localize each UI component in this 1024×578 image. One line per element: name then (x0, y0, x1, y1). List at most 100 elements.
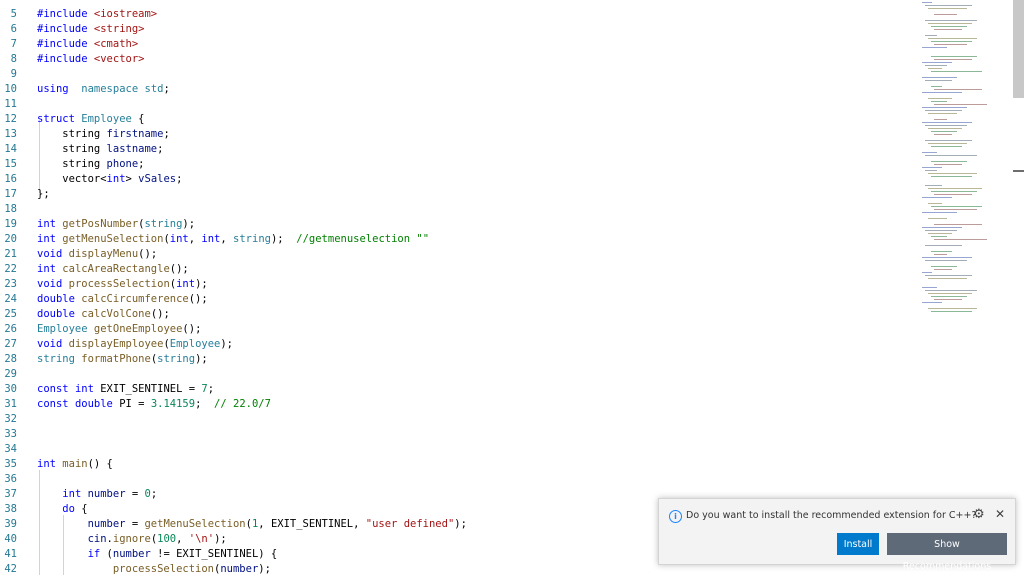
code-line[interactable]: 24 double calcCircumference(); (0, 292, 918, 307)
extension-recommendation-notification: i Do you want to install the recommended… (658, 498, 1016, 572)
code-text[interactable]: void processSelection(int); (37, 277, 208, 292)
code-text[interactable]: string firstname; (37, 127, 170, 142)
code-line[interactable]: 17}; (0, 187, 918, 202)
code-text[interactable]: const int EXIT_SENTINEL = 7; (37, 382, 214, 397)
minimap-line (931, 71, 982, 72)
code-text[interactable]: Employee getOneEmployee(); (37, 322, 201, 337)
code-text[interactable]: #include <iostream> (37, 7, 157, 22)
minimap-line (922, 287, 937, 288)
code-line[interactable]: 12 struct Employee { (0, 112, 918, 127)
code-text[interactable]: int getMenuSelection(int, int, string); … (37, 232, 429, 247)
show-recommendations-button[interactable]: Show Recommendations (887, 533, 1007, 572)
code-token: Employee (37, 323, 88, 335)
code-token: getOneEmployee (93, 323, 183, 335)
code-text[interactable]: void displayMenu(); (37, 247, 157, 262)
code-line[interactable]: 27 void displayEmployee(Employee); (0, 337, 918, 352)
code-text[interactable]: cin.ignore(100, '\n'); (37, 532, 227, 547)
code-text[interactable]: double calcVolCone(); (37, 307, 170, 322)
code-text[interactable]: void displayEmployee(Employee); (37, 337, 233, 352)
minimap-line (934, 209, 977, 210)
code-line[interactable]: 6 #include <string> (0, 22, 918, 37)
minimap-line (925, 185, 942, 186)
code-text[interactable]: if (number != EXIT_SENTINEL) { (37, 547, 278, 562)
code-line[interactable]: 31 const double PI = 3.14159; // 22.0/7 (0, 397, 918, 412)
code-line[interactable]: 35 int main() { (0, 457, 918, 472)
code-line[interactable]: 26 Employee getOneEmployee(); (0, 322, 918, 337)
code-line[interactable]: 9 (0, 67, 918, 82)
code-text[interactable]: #include <cmath> (37, 37, 138, 52)
code-line[interactable]: 25 double calcVolCone(); (0, 307, 918, 322)
code-token: int (169, 233, 189, 245)
code-line[interactable]: 8 #include <vector> (0, 52, 918, 67)
minimap-line (934, 104, 987, 105)
line-number: 41 (4, 548, 17, 560)
minimap-line (931, 161, 967, 162)
code-line[interactable]: 5 #include <iostream> (0, 7, 918, 22)
code-text[interactable]: int main() { (37, 457, 113, 472)
code-text[interactable]: do { (37, 502, 87, 517)
minimap-line (931, 131, 957, 132)
install-button[interactable]: Install (837, 533, 879, 555)
code-line[interactable]: 22 int calcAreaRectangle(); (0, 262, 918, 277)
code-line[interactable]: 28 string formatPhone(string); (0, 352, 918, 367)
code-line[interactable]: 32 (0, 412, 918, 427)
code-text[interactable]: int calcAreaRectangle(); (37, 262, 189, 277)
code-line[interactable]: 29 (0, 367, 918, 382)
gear-icon[interactable]: ⚙ (973, 508, 985, 521)
code-line[interactable]: 19 int getPosNumber(string); (0, 217, 918, 232)
code-line[interactable]: 15 string phone; (0, 157, 918, 172)
line-number: 18 (4, 203, 17, 215)
code-token: ; (176, 173, 183, 185)
scrollbar-thumb[interactable] (1013, 0, 1024, 98)
code-line[interactable]: 18 (0, 202, 918, 217)
code-text[interactable]: vector<int> vSales; (37, 172, 182, 187)
code-text[interactable]: using namespace std; (37, 82, 170, 97)
code-line[interactable]: 16 vector<int> vSales; (0, 172, 918, 187)
code-text[interactable]: processSelection(number); (37, 562, 271, 575)
minimap-line (931, 296, 967, 297)
minimap-line (931, 191, 977, 192)
code-token: number (220, 563, 259, 575)
code-line[interactable]: 33 (0, 427, 918, 442)
code-text[interactable]: string formatPhone(string); (37, 352, 208, 367)
minimap-line (928, 203, 942, 204)
line-number: 30 (4, 383, 17, 395)
code-token: cin (87, 533, 107, 545)
code-text[interactable]: int number = 0; (37, 487, 157, 502)
line-number: 7 (10, 38, 17, 50)
minimap-line (925, 80, 952, 81)
line-number: 9 (10, 68, 17, 80)
code-line[interactable]: 10 using namespace std; (0, 82, 918, 97)
code-line[interactable]: 36 (0, 472, 918, 487)
code-line[interactable]: 34 (0, 442, 918, 457)
code-token: ( (100, 548, 113, 560)
code-text[interactable]: double calcCircumference(); (37, 292, 208, 307)
code-text[interactable]: int getPosNumber(string); (37, 217, 195, 232)
code-text[interactable]: const double PI = 3.14159; // 22.0/7 (37, 397, 271, 412)
code-editor[interactable]: 5 #include <iostream> 6 #include <string> 7 #… (0, 0, 918, 575)
code-line[interactable]: 14 string lastname; (0, 142, 918, 157)
code-line[interactable]: 11 (0, 97, 918, 112)
line-number: 37 (4, 488, 17, 500)
code-line[interactable]: 21 void displayMenu(); (0, 247, 918, 262)
code-text[interactable]: }; (37, 187, 50, 202)
code-line[interactable]: 30 const int EXIT_SENTINEL = 7; (0, 382, 918, 397)
code-line[interactable]: 23 void processSelection(int); (0, 277, 918, 292)
close-icon[interactable]: ✕ (995, 508, 1005, 521)
code-line[interactable]: 7 #include <cmath> (0, 37, 918, 52)
minimap-line (925, 20, 977, 21)
code-line[interactable]: 13 string firstname; (0, 127, 918, 142)
code-text[interactable]: #include <vector> (37, 52, 144, 67)
minimap[interactable] (918, 0, 1014, 575)
code-text[interactable]: string lastname; (37, 142, 163, 157)
code-text[interactable]: string phone; (37, 157, 144, 172)
code-line[interactable]: 20 int getMenuSelection(int, int, string)… (0, 232, 918, 247)
code-token: lastname (106, 143, 158, 155)
code-token: <vector> (93, 53, 145, 65)
code-text[interactable]: #include <string> (37, 22, 144, 37)
minimap-line (928, 143, 967, 144)
minimap-line (934, 134, 952, 135)
code-text[interactable]: number = getMenuSelection(1, EXIT_SENTIN… (37, 517, 467, 532)
code-text[interactable]: struct Employee { (37, 112, 145, 127)
code-token: Employee (169, 338, 221, 350)
